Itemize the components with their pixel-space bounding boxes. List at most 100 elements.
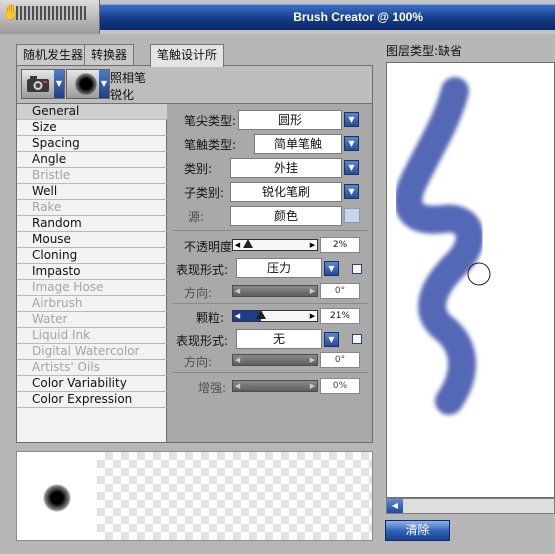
opacity-direction-label: 方向:: [184, 286, 213, 300]
title-grip[interactable]: ✋: [0, 0, 100, 34]
grain-invert-checkbox[interactable]: [352, 334, 362, 344]
slider-right-arrow-icon: ▶: [309, 382, 316, 390]
preset-row: ▼ ▼ 照相笔 锐化: [17, 66, 372, 104]
stroke-type-label: 笔触类型:: [184, 138, 237, 152]
tab-transposer[interactable]: 转换器: [84, 44, 135, 66]
list-item-water: Water: [17, 312, 167, 328]
camera-icon: [27, 76, 49, 92]
slider-right-arrow-icon[interactable]: ▶: [308, 240, 317, 250]
preview-canvas[interactable]: [386, 62, 555, 498]
chevron-down-icon[interactable]: ▼: [344, 160, 359, 175]
list-item-angle[interactable]: Angle: [17, 152, 167, 168]
list-item-spacing[interactable]: Spacing: [17, 136, 167, 152]
list-item-liquid-ink: Liquid Ink: [17, 328, 167, 344]
brush-stroke: [394, 77, 484, 415]
boost-slider: ◀ ▶: [232, 380, 318, 392]
slider-left-arrow-icon: ◀: [234, 356, 241, 364]
list-item-color-variability[interactable]: Color Variability: [17, 376, 167, 392]
list-item-color-expression[interactable]: Color Expression: [17, 392, 167, 408]
list-item-bristle: Bristle: [17, 168, 167, 184]
category-list: General Size Spacing Angle Bristle Well …: [17, 104, 167, 442]
brush-stroke-preview: [394, 77, 491, 415]
opacity-expression-dropdown[interactable]: 压力: [236, 258, 322, 278]
clear-button[interactable]: 清除: [385, 520, 450, 541]
source-disabled-arrow: [344, 208, 360, 223]
list-item-random[interactable]: Random: [17, 216, 167, 232]
list-item-general[interactable]: General: [17, 104, 167, 120]
grain-slider[interactable]: ◀ ▶: [232, 310, 318, 322]
grain-direction-label: 方向:: [184, 355, 213, 369]
list-item-airbrush: Airbrush: [17, 296, 167, 312]
opacity-slider[interactable]: ◀ ▶: [232, 239, 318, 251]
brush-category-name: 照相笔: [110, 71, 147, 85]
window-title: Brush Creator @ 100%: [293, 10, 423, 24]
grain-slider-thumb[interactable]: [255, 310, 266, 319]
canvas-scrollbar[interactable]: ◀: [386, 498, 555, 514]
list-item-well[interactable]: Well: [17, 184, 167, 200]
slider-right-arrow-icon[interactable]: ▶: [308, 311, 317, 321]
divider: [172, 372, 368, 373]
divider: [172, 230, 368, 231]
dab-type-label: 笔尖类型:: [184, 114, 237, 128]
divider: [172, 303, 368, 304]
source-field: 颜色: [230, 206, 342, 226]
layer-type-value: 缺省: [438, 44, 463, 58]
opacity-expression-label: 表现形式:: [176, 263, 229, 277]
subcategory-dropdown[interactable]: 锐化笔刷: [230, 182, 342, 202]
grip-stripes: [16, 6, 86, 20]
method-dropdown[interactable]: 外挂: [230, 158, 342, 178]
chevron-down-icon[interactable]: ▼: [324, 332, 339, 347]
slider-left-arrow-icon: ◀: [234, 382, 241, 390]
tab-randomizer[interactable]: 随机发生器: [16, 44, 91, 66]
list-item-size[interactable]: Size: [17, 120, 167, 136]
slider-left-arrow-icon[interactable]: ◀: [233, 311, 242, 321]
chevron-down-icon[interactable]: ▼: [324, 261, 339, 276]
list-item-cloning[interactable]: Cloning: [17, 248, 167, 264]
chevron-down-icon[interactable]: ▼: [344, 136, 359, 151]
method-label: 类别:: [184, 162, 213, 176]
stroke-type-dropdown[interactable]: 简单笔触: [254, 134, 342, 154]
layer-type: 图层类型:缺省: [386, 42, 462, 59]
dab-type-dropdown[interactable]: 圆形: [238, 110, 342, 130]
grain-expression-label: 表现形式:: [176, 334, 229, 348]
boost-value: 0%: [320, 378, 360, 394]
subcategory-label: 子类别:: [184, 186, 225, 200]
layer-type-label: 图层类型:: [386, 44, 439, 58]
grain-direction-value: 0°: [320, 352, 360, 368]
tab-stroke-designer[interactable]: 笔触设计所: [150, 44, 225, 67]
list-item-image-hose: Image Hose: [17, 280, 167, 296]
boost-label: 增强:: [198, 381, 227, 395]
list-item-digital-watercolor: Digital Watercolor: [17, 344, 167, 360]
chevron-down-icon[interactable]: ▼: [344, 184, 359, 199]
title-gradient: Brush Creator @ 100%: [100, 4, 555, 30]
dab-preview-dot: [43, 484, 71, 512]
brush-variant-name: 锐化: [110, 88, 135, 102]
grain-value[interactable]: 21%: [320, 308, 360, 324]
opacity-invert-checkbox[interactable]: [352, 264, 362, 274]
general-settings: 笔尖类型: 圆形 ▼ 笔触类型: 简单笔触 ▼ 类别: 外挂 ▼ 子类别: 锐化…: [168, 104, 372, 442]
opacity-slider-thumb[interactable]: [243, 239, 254, 248]
chevron-down-icon[interactable]: ▼: [344, 112, 359, 127]
dab-preview: [16, 451, 373, 541]
chevron-down-icon: ▼: [99, 70, 109, 98]
source-label: 源:: [188, 210, 205, 224]
opacity-direction-value: 0°: [320, 283, 360, 299]
list-item-impasto[interactable]: Impasto: [17, 264, 167, 280]
list-item-rake: Rake: [17, 200, 167, 216]
grain-expression-dropdown[interactable]: 无: [236, 329, 322, 349]
grain-direction-slider: ◀ ▶: [232, 354, 318, 366]
title-bar: ✋ Brush Creator @ 100%: [0, 0, 555, 34]
slider-left-arrow-icon[interactable]: ◀: [233, 240, 242, 250]
list-item-artists-oils: Artists' Oils: [17, 360, 167, 376]
chevron-down-icon: ▼: [54, 70, 64, 98]
brush-variant-selector[interactable]: ▼: [66, 69, 110, 99]
opacity-direction-slider: ◀ ▶: [232, 285, 318, 297]
opacity-value[interactable]: 2%: [320, 237, 360, 253]
slider-right-arrow-icon: ▶: [309, 287, 316, 295]
scroll-left-arrow-icon[interactable]: ◀: [387, 499, 403, 513]
slider-left-arrow-icon: ◀: [234, 287, 241, 295]
slider-right-arrow-icon: ▶: [309, 356, 316, 364]
brush-category-selector[interactable]: ▼: [21, 69, 65, 99]
stroke-preview-transparency: [97, 452, 372, 540]
list-item-mouse[interactable]: Mouse: [17, 232, 167, 248]
